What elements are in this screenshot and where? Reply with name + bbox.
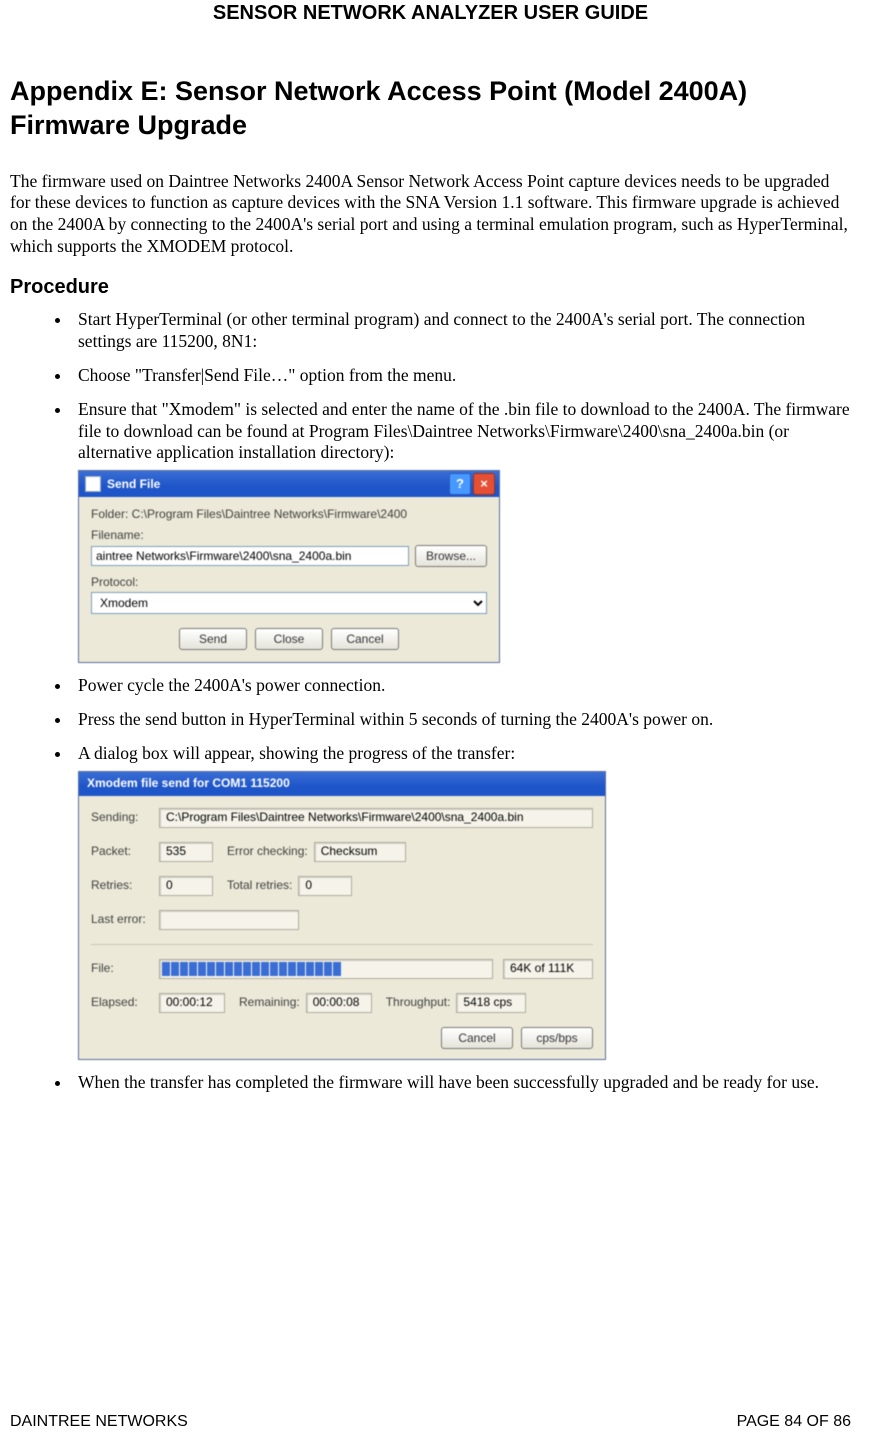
file-label: File:: [91, 961, 159, 976]
cpsbps-button[interactable]: cps/bps: [521, 1027, 593, 1049]
total-retries-value: 0: [298, 876, 352, 896]
step-5: Press the send button in HyperTerminal w…: [72, 709, 851, 731]
packet-value: 535: [159, 842, 213, 862]
document-header: SENSOR NETWORK ANALYZER USER GUIDE: [10, 2, 851, 25]
separator: [91, 944, 593, 945]
retries-value: 0: [159, 876, 213, 896]
sending-value: C:\Program Files\Daintree Networks\Firmw…: [159, 808, 593, 828]
file-size-value: 64K of 111K: [503, 959, 593, 979]
remaining-label: Remaining:: [239, 995, 300, 1010]
appendix-title: Appendix E: Sensor Network Access Point …: [10, 75, 851, 143]
step-3: Ensure that "Xmodem" is selected and ent…: [72, 399, 851, 664]
xmodem-cancel-button[interactable]: Cancel: [441, 1027, 513, 1049]
packet-label: Packet:: [91, 844, 159, 859]
close-button[interactable]: Close: [255, 628, 323, 650]
filename-label: Filename:: [91, 528, 487, 543]
last-error-label: Last error:: [91, 912, 159, 927]
send-file-dialog: Send File ? × Folder: C:\Program Files\D…: [78, 470, 500, 663]
step-6-text: A dialog box will appear, showing the pr…: [78, 743, 515, 763]
step-6: A dialog box will appear, showing the pr…: [72, 743, 851, 1060]
step-3-text: Ensure that "Xmodem" is selected and ent…: [78, 399, 850, 463]
remaining-value: 00:00:08: [306, 993, 372, 1013]
elapsed-value: 00:00:12: [159, 993, 225, 1013]
footer-left: DAINTREE NETWORKS: [10, 1413, 188, 1431]
cancel-button[interactable]: Cancel: [331, 628, 399, 650]
throughput-label: Throughput:: [386, 995, 451, 1010]
step-2: Choose "Transfer|Send File…" option from…: [72, 365, 851, 387]
app-icon: [85, 476, 101, 492]
error-checking-value: Checksum: [314, 842, 406, 862]
throughput-value: 5418 cps: [456, 993, 526, 1013]
progress-bar: [159, 959, 493, 979]
xmodem-title: Xmodem file send for COM1 115200: [87, 776, 290, 791]
step-1: Start HyperTerminal (or other terminal p…: [72, 309, 851, 353]
filename-input[interactable]: [91, 546, 409, 566]
browse-button[interactable]: Browse...: [415, 545, 487, 567]
protocol-select[interactable]: Xmodem: [91, 592, 487, 614]
close-icon[interactable]: ×: [473, 473, 495, 495]
xmodem-titlebar: Xmodem file send for COM1 115200: [79, 772, 605, 796]
last-error-value: [159, 910, 299, 930]
footer-right: PAGE 84 OF 86: [737, 1413, 851, 1431]
page-footer: DAINTREE NETWORKS PAGE 84 OF 86: [10, 1413, 851, 1431]
intro-paragraph: The firmware used on Daintree Networks 2…: [10, 171, 851, 259]
send-file-titlebar: Send File ? ×: [79, 471, 499, 497]
xmodem-progress-dialog: Xmodem file send for COM1 115200 Sending…: [78, 771, 606, 1060]
send-button[interactable]: Send: [179, 628, 247, 650]
help-icon[interactable]: ?: [449, 473, 471, 495]
procedure-heading: Procedure: [10, 276, 851, 299]
step-4: Power cycle the 2400A's power connection…: [72, 675, 851, 697]
protocol-label: Protocol:: [91, 575, 487, 590]
send-file-title: Send File: [107, 477, 447, 492]
elapsed-label: Elapsed:: [91, 995, 159, 1010]
step-7: When the transfer has completed the firm…: [72, 1072, 851, 1094]
folder-label: Folder: C:\Program Files\Daintree Networ…: [91, 507, 487, 522]
error-checking-label: Error checking:: [227, 844, 308, 859]
total-retries-label: Total retries:: [227, 878, 292, 893]
sending-label: Sending:: [91, 810, 159, 825]
retries-label: Retries:: [91, 878, 159, 893]
